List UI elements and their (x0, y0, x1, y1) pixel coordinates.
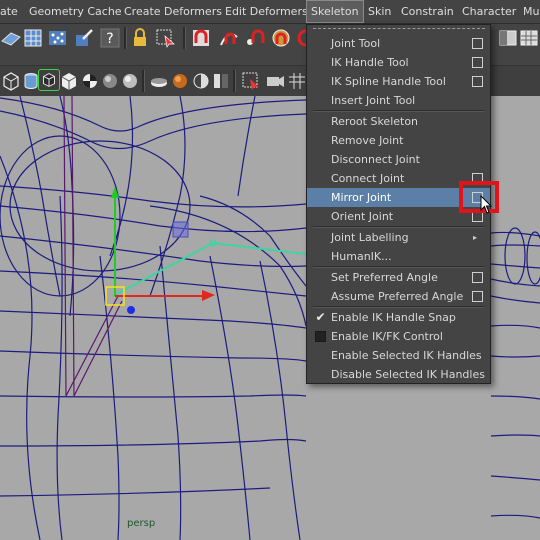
panel-layout-icon[interactable] (497, 27, 519, 49)
paint-shelf-icon[interactable] (73, 27, 95, 49)
menu-item-label: Joint Labelling (331, 231, 409, 244)
joint-chain (105, 186, 307, 314)
menu-item-disconnect-joint[interactable]: Disconnect Joint (307, 150, 490, 169)
menu-muscle[interactable]: Mu (523, 0, 539, 23)
menu-item-label: Connect Joint (331, 172, 405, 185)
camera-icon[interactable] (264, 70, 286, 92)
menu-item-label: Assume Preferred Angle (331, 290, 464, 303)
svg-text:?: ? (106, 31, 113, 47)
menu-item-label: Remove Joint (331, 134, 404, 147)
help-shelf-icon[interactable]: ? (99, 27, 121, 49)
menu-bar: ate Geometry Cache Create Deformers Edit… (0, 0, 540, 24)
grid-shelf-icon[interactable] (22, 27, 44, 49)
checkbox-icon[interactable] (315, 331, 326, 342)
menu-item-joint-labelling[interactable]: Joint Labelling ▸ (307, 228, 490, 247)
menu-constrain[interactable]: Constrain (401, 0, 454, 23)
menu-item-remove-joint[interactable]: Remove Joint (307, 131, 490, 150)
menu-item-label: Mirror Joint (331, 191, 392, 204)
menu-item-label: IK Handle Tool (331, 56, 409, 69)
option-box-icon[interactable] (472, 38, 483, 49)
bowl-icon[interactable] (148, 70, 170, 92)
scatter-shelf-icon[interactable] (47, 27, 69, 49)
menu-skeleton[interactable]: Skeleton (306, 0, 364, 23)
light-sphere-icon[interactable] (99, 70, 121, 92)
mouse-cursor-icon (480, 195, 493, 214)
menu-item-label: Orient Joint (331, 210, 394, 223)
camera-label: persp (127, 518, 156, 529)
option-box-icon[interactable] (472, 272, 483, 283)
select-shelf-icon[interactable] (155, 27, 177, 49)
menu-create-deformers[interactable]: Create Deformers (124, 0, 222, 23)
menu-item-label: Insert Joint Tool (331, 94, 416, 107)
table-icon[interactable] (518, 27, 540, 49)
menu-item-reroot-skeleton[interactable]: Reroot Skeleton (307, 112, 490, 131)
menu-character[interactable]: Character (462, 0, 516, 23)
menu-item-disable-selected-ik-handles[interactable]: Disable Selected IK Handles (307, 365, 490, 384)
split-icon[interactable] (210, 70, 232, 92)
menu-item-label: IK Spline Handle Tool (331, 75, 446, 88)
lock-shelf-icon[interactable] (129, 27, 151, 49)
tear-off-line[interactable] (313, 28, 485, 29)
menu-item-label: Disconnect Joint (331, 153, 420, 166)
curve-snap-icon[interactable] (218, 27, 240, 49)
shaded-sphere-icon[interactable] (169, 70, 191, 92)
menu-item-enable-ik-handle-snap[interactable]: ✔ Enable IK Handle Snap (307, 308, 490, 327)
menu-item-label: Reroot Skeleton (331, 115, 419, 128)
menu-animate[interactable]: ate (0, 0, 18, 23)
menu-item-label: HumanIK... (331, 250, 392, 263)
half-sphere-icon[interactable] (190, 70, 212, 92)
view-snap-icon[interactable] (270, 27, 292, 49)
menu-item-humanik[interactable]: HumanIK... (307, 247, 490, 266)
menu-item-ik-spline-handle-tool[interactable]: IK Spline Handle Tool (307, 72, 490, 91)
cube-icon[interactable] (0, 70, 22, 92)
option-box-icon[interactable] (472, 291, 483, 302)
menu-item-label: Enable Selected IK Handles (331, 349, 482, 362)
menu-item-enable-selected-ik-handles[interactable]: Enable Selected IK Handles (307, 346, 490, 365)
option-box-icon[interactable] (472, 76, 483, 87)
menu-item-ik-handle-tool[interactable]: IK Handle Tool (307, 53, 490, 72)
menu-item-label: Joint Tool (331, 37, 381, 50)
menu-item-assume-preferred-angle[interactable]: Assume Preferred Angle (307, 287, 490, 306)
checker-icon[interactable] (79, 70, 101, 92)
plane-shelf-icon[interactable] (0, 27, 22, 49)
submenu-arrow-icon: ▸ (473, 233, 478, 242)
menu-item-label: Enable IK Handle Snap (331, 311, 456, 324)
selection-mask-icon[interactable] (240, 70, 262, 92)
textured-cube-icon[interactable] (58, 70, 80, 92)
menu-item-label: Set Preferred Angle (331, 271, 438, 284)
menu-item-enable-ik-fk-control[interactable]: Enable IK/FK Control (307, 327, 490, 346)
grid-toggle-icon[interactable] (286, 70, 308, 92)
menu-item-set-preferred-angle[interactable]: Set Preferred Angle (307, 268, 490, 287)
menu-edit-deformers[interactable]: Edit Deformers (225, 0, 308, 23)
menu-item-joint-tool[interactable]: Joint Tool (307, 34, 490, 53)
sphere-icon[interactable] (119, 70, 141, 92)
checkmark-icon[interactable]: ✔ (314, 308, 327, 327)
point-snap-icon[interactable] (244, 27, 266, 49)
magnet-snap-icon[interactable] (190, 27, 212, 49)
option-box-icon[interactable] (472, 57, 483, 68)
menu-item-label: Enable IK/FK Control (331, 330, 443, 343)
menu-item-label: Disable Selected IK Handles (331, 368, 485, 381)
menu-geometry-cache[interactable]: Geometry Cache (29, 0, 122, 23)
menu-item-insert-joint-tool[interactable]: Insert Joint Tool (307, 91, 490, 110)
wire-box-icon[interactable] (38, 69, 60, 91)
menu-skin[interactable]: Skin (368, 0, 391, 23)
